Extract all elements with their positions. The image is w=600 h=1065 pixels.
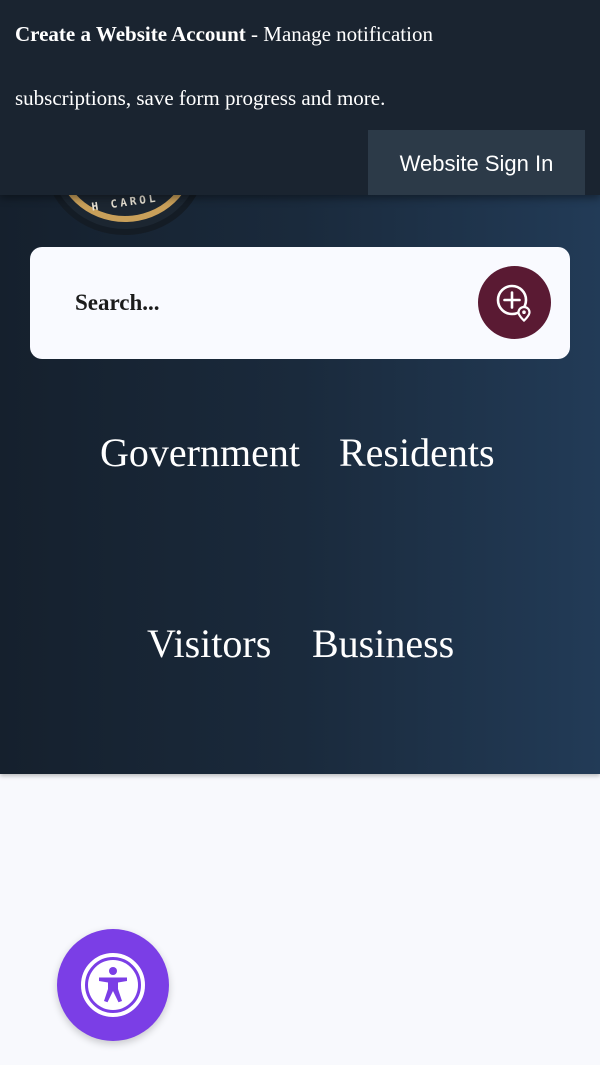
nav-link-residents[interactable]: Residents xyxy=(339,429,495,477)
nav-link-government[interactable]: Government xyxy=(100,429,300,477)
search-input[interactable] xyxy=(75,281,465,325)
nav-link-business[interactable]: Business xyxy=(312,620,454,668)
banner-text: Create a Website Account - Manage notifi… xyxy=(15,2,475,130)
accessibility-person-icon xyxy=(81,953,145,1017)
accessibility-button[interactable] xyxy=(57,929,169,1041)
search-plus-location-icon xyxy=(496,284,531,322)
search-button[interactable] xyxy=(478,266,551,339)
search-box xyxy=(30,247,570,359)
website-sign-in-button[interactable]: Website Sign In xyxy=(368,130,585,195)
nav-link-visitors[interactable]: Visitors xyxy=(147,620,271,668)
account-banner: Create a Website Account - Manage notifi… xyxy=(0,0,600,195)
banner-title: Create a Website Account xyxy=(15,22,246,46)
banner-separator: - xyxy=(245,22,264,46)
page: H CAROL Government Residents Visitors Bu… xyxy=(0,0,600,1065)
